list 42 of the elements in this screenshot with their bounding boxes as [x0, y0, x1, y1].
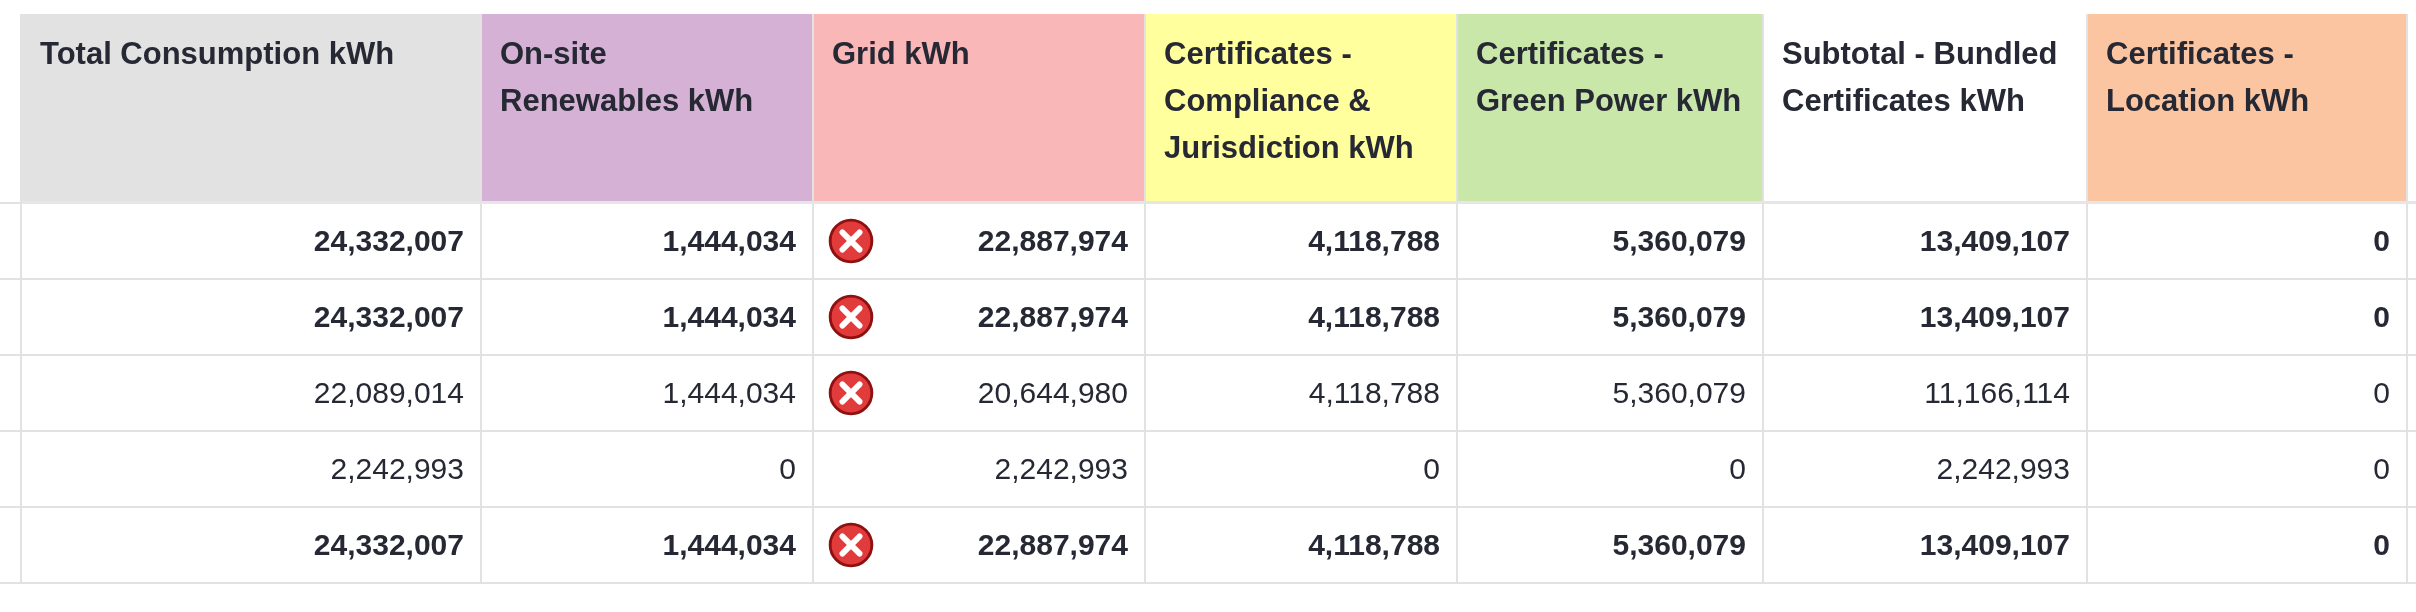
table-cell: 0 — [2373, 528, 2390, 562]
table-cell: 22,887,974 — [977, 224, 1128, 258]
table-cell: 0 — [2373, 376, 2390, 410]
column-header: Grid kWh — [814, 14, 1146, 204]
table-cell: 1,444,034 — [662, 300, 796, 334]
table-cell: 4,118,788 — [1308, 528, 1440, 562]
table-cell: 0 — [779, 452, 796, 486]
column-header: Subtotal - Bundled Certificates kWh — [1764, 14, 2088, 204]
table-cell: 2,242,993 — [1936, 452, 2070, 486]
table-cell: 2,242,993 — [330, 452, 464, 486]
column-header: Certificates - Green Power kWh — [1458, 14, 1764, 204]
table-cell: 13,409,107 — [1919, 300, 2070, 334]
table-cell: 4,118,788 — [1308, 300, 1440, 334]
table-cell: 2,242,993 — [994, 452, 1128, 486]
table-cell: 24,332,007 — [313, 224, 464, 258]
column-header: On-site Renewables kWh — [482, 14, 814, 204]
table-cell: 13,409,107 — [1919, 528, 2070, 562]
table-cell: 5,360,079 — [1612, 376, 1746, 410]
table-cell: 20,644,980 — [977, 376, 1128, 410]
table-cell: 4,118,788 — [1308, 224, 1440, 258]
table-cell: 4,118,788 — [1308, 376, 1440, 410]
table-cell: 0 — [1729, 452, 1746, 486]
table-cell: 0 — [2373, 224, 2390, 258]
table-cell: 1,444,034 — [662, 528, 796, 562]
table-cell: 5,360,079 — [1612, 300, 1746, 334]
column-header: Total Consumption kWh — [22, 14, 482, 204]
table-cell: 5,360,079 — [1612, 224, 1746, 258]
table-cell: 5,360,079 — [1612, 528, 1746, 562]
table-cell: 24,332,007 — [313, 528, 464, 562]
table-cell: 22,089,014 — [313, 376, 464, 410]
column-header: Certificates - Compliance & Jurisdiction kWh — [1146, 14, 1458, 204]
table-cell: 0 — [1423, 452, 1440, 486]
table-cell: 24,332,007 — [313, 300, 464, 334]
table-cell: 0 — [2373, 452, 2390, 486]
table-cell: 13,409,107 — [1919, 224, 2070, 258]
table-cell: 22,887,974 — [977, 300, 1128, 334]
table-cell: 1,444,034 — [662, 376, 796, 410]
table-cell: 0 — [2373, 300, 2390, 334]
column-header: Certificates - Location kWh — [2088, 14, 2408, 204]
table-cell: 22,887,974 — [977, 528, 1128, 562]
table-cell: 11,166,114 — [1924, 376, 2070, 410]
table-cell: 1,444,034 — [662, 224, 796, 258]
